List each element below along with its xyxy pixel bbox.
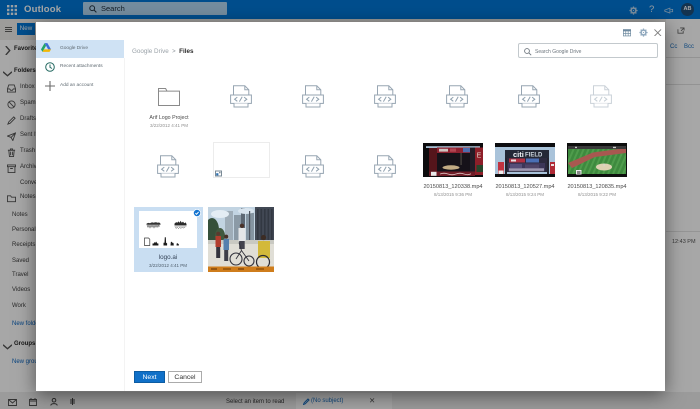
svg-text:citi: citi — [513, 150, 524, 159]
svg-text:E: E — [477, 153, 482, 160]
svg-text:FIELD: FIELD — [525, 153, 543, 159]
